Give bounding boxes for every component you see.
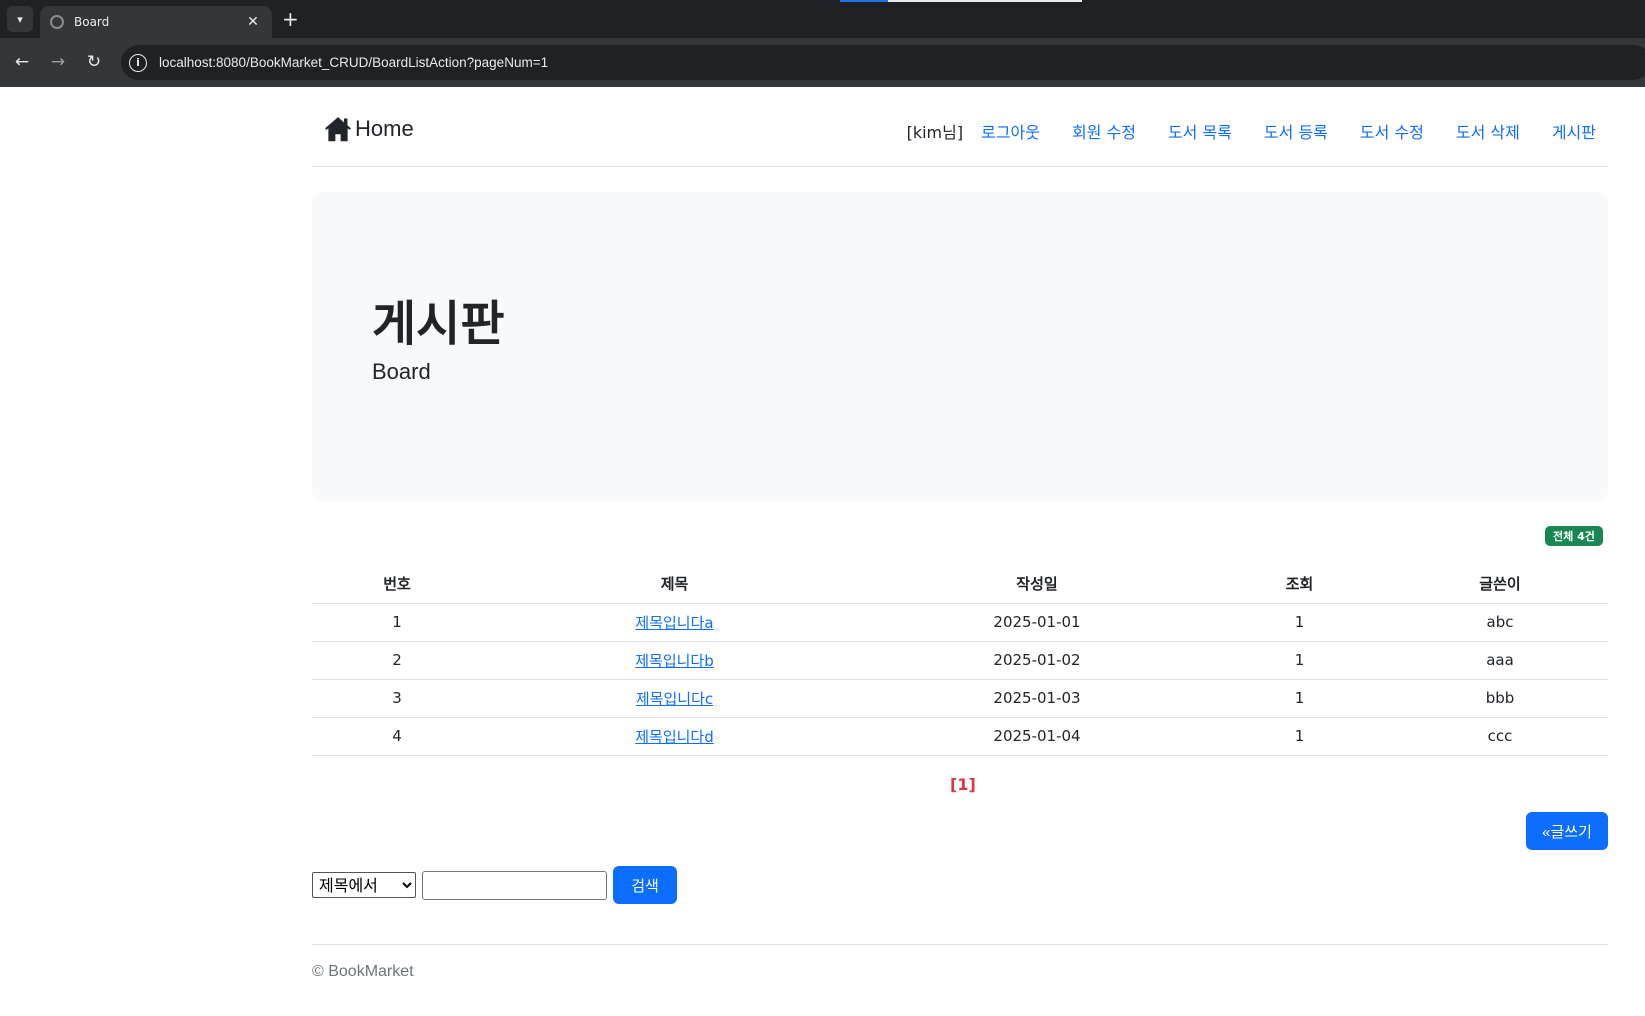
page-content: Home [kim님] 로그아웃 회원 수정 도서 목록 도서 등록 도서 수정… [0, 87, 1645, 1016]
header-views: 조회 [1207, 565, 1392, 604]
header-writer: 글쓴이 [1392, 565, 1608, 604]
search-button[interactable]: 검색 [613, 866, 677, 904]
post-title-link[interactable]: 제목입니다b [635, 652, 714, 670]
cell-writer: bbb [1392, 679, 1608, 718]
post-title-link[interactable]: 제목입니다c [636, 690, 713, 708]
search-field-select[interactable]: 제목에서 [312, 872, 416, 898]
cell-title: 제목입니다c [482, 679, 867, 718]
nav-book-list[interactable]: 도서 목록 [1168, 119, 1232, 143]
post-title-link[interactable]: 제목입니다d [635, 728, 714, 746]
write-post-button[interactable]: «글쓰기 [1526, 812, 1608, 850]
cell-views: 1 [1207, 603, 1392, 642]
cell-date: 2025-01-04 [867, 717, 1207, 756]
cell-number: 4 [312, 717, 482, 756]
forward-arrow-icon[interactable]: → [46, 50, 70, 74]
top-navbar: Home [kim님] 로그아웃 회원 수정 도서 목록 도서 등록 도서 수정… [312, 87, 1608, 167]
cell-views: 1 [1207, 641, 1392, 680]
cell-number: 3 [312, 679, 482, 718]
brand-text: Home [355, 116, 414, 141]
cell-title: 제목입니다b [482, 641, 867, 680]
cell-number: 2 [312, 641, 482, 680]
user-greeting: [kim님] [906, 123, 964, 142]
nav-book-add[interactable]: 도서 등록 [1264, 119, 1328, 143]
page-title: 게시판 [372, 296, 505, 352]
site-info-icon[interactable]: i [129, 53, 147, 72]
search-input[interactable] [422, 870, 607, 900]
total-count-badge: 전체 4건 [1545, 526, 1603, 546]
nav-book-delete[interactable]: 도서 삭제 [1456, 119, 1520, 143]
url-text[interactable]: localhost:8080/BookMarket_CRUD/BoardList… [159, 55, 548, 70]
cell-date: 2025-01-02 [867, 641, 1207, 680]
cell-title: 제목입니다a [482, 603, 867, 642]
page-footer: © BookMarket [312, 944, 1608, 981]
cell-date: 2025-01-03 [867, 679, 1207, 718]
table-row: 1 제목입니다a 2025-01-01 1 abc [312, 603, 1608, 642]
header-number: 번호 [312, 565, 482, 604]
tab-search-chevron-icon[interactable]: ▾ [7, 6, 33, 32]
board-table: 번호 제목 작성일 조회 글쓴이 1 제목입니다a 2025-01-01 1 a… [312, 565, 1608, 756]
cell-writer: ccc [1392, 717, 1608, 756]
cell-views: 1 [1207, 717, 1392, 756]
cell-writer: aaa [1392, 641, 1608, 680]
table-row: 3 제목입니다c 2025-01-03 1 bbb [312, 679, 1608, 718]
globe-icon [50, 15, 64, 29]
cell-title: 제목입니다d [482, 717, 867, 756]
pagination-current-page[interactable]: [1] [950, 775, 976, 794]
nav-edit-member[interactable]: 회원 수정 [1072, 119, 1136, 143]
footer-copyright: © BookMarket [312, 963, 414, 980]
browser-tabbar: ▾ Board ✕ + [0, 0, 1645, 38]
nav-board[interactable]: 게시판 [1552, 119, 1596, 143]
jumbotron: 게시판 Board [312, 192, 1608, 501]
browser-toolbar: ← → ↻ i localhost:8080/BookMarket_CRUD/B… [0, 38, 1645, 87]
page-load-indicator [840, 0, 1082, 2]
cell-date: 2025-01-01 [867, 603, 1207, 642]
post-title-link[interactable]: 제목입니다a [635, 614, 713, 632]
address-bar[interactable]: i localhost:8080/BookMarket_CRUD/BoardLi… [121, 45, 1645, 80]
new-tab-plus-icon[interactable]: + [282, 8, 299, 30]
tab-title: Board [74, 15, 110, 29]
nav-logout[interactable]: 로그아웃 [981, 119, 1040, 143]
nav-menu: [kim님] 로그아웃 회원 수정 도서 목록 도서 등록 도서 수정 도서 삭… [907, 119, 1596, 143]
table-header-row: 번호 제목 작성일 조회 글쓴이 [312, 565, 1608, 604]
house-icon [325, 117, 351, 142]
header-title: 제목 [482, 565, 867, 604]
reload-icon[interactable]: ↻ [82, 50, 106, 74]
browser-tab-active[interactable]: Board ✕ [40, 6, 272, 38]
close-tab-icon[interactable]: ✕ [244, 14, 262, 30]
page-subtitle: Board [372, 359, 431, 384]
header-date: 작성일 [867, 565, 1207, 604]
cell-writer: abc [1392, 603, 1608, 642]
search-form: 제목에서 검색 [312, 866, 677, 904]
back-arrow-icon[interactable]: ← [10, 50, 34, 74]
home-brand-link[interactable]: Home [324, 115, 414, 143]
nav-book-edit[interactable]: 도서 수정 [1360, 119, 1424, 143]
table-row: 4 제목입니다d 2025-01-04 1 ccc [312, 717, 1608, 756]
cell-number: 1 [312, 603, 482, 642]
table-row: 2 제목입니다b 2025-01-02 1 aaa [312, 641, 1608, 680]
cell-views: 1 [1207, 679, 1392, 718]
